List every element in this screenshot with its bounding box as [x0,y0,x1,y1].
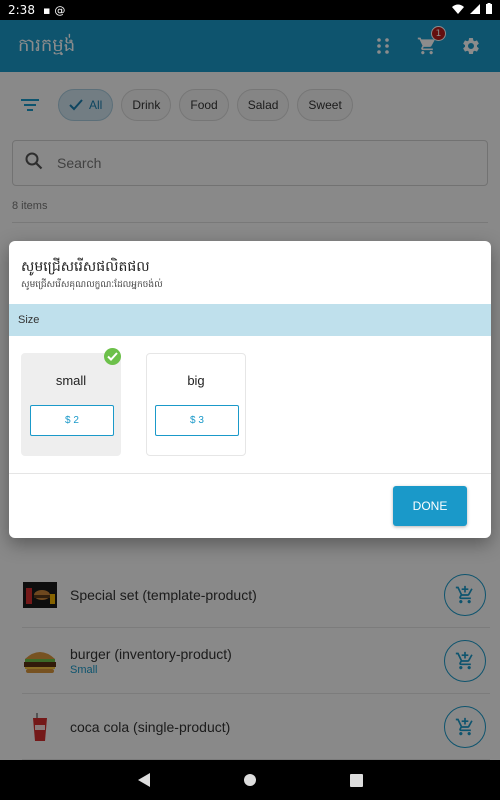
notification-icon: ▪ [42,3,51,17]
at-sign-icon: @ [54,3,66,17]
wifi-icon [452,3,464,17]
section-label: Size [18,314,40,326]
home-icon[interactable] [242,772,258,788]
dialog-divider [9,473,491,474]
system-nav-bar [0,760,500,800]
section-header-size: Size [9,304,491,336]
recents-icon[interactable] [348,772,364,788]
signal-icon [470,3,480,17]
dialog-subtitle: សូមជ្រើសរើសគុណលក្ខណៈដែលអ្នកចង់ល់ [21,280,163,290]
option-card-small[interactable]: small $ 2 [21,348,121,456]
variant-dialog: សូមជ្រើសរើសផលិតផល សូមជ្រើសរើសគុណលក្ខណៈដែ… [9,241,491,538]
dialog-title: សូមជ្រើសរើសផលិតផល [21,259,150,275]
option-card-big[interactable]: big $ 3 [146,353,246,456]
option-price: $ 2 [30,405,114,436]
status-bar: 2:38 ▪ @ [0,0,500,20]
option-price: $ 3 [155,405,239,436]
option-name: small [55,373,87,388]
status-time: 2:38 [8,3,35,17]
back-icon[interactable] [136,772,152,788]
selected-check-icon [104,348,121,365]
battery-icon [486,3,492,17]
done-button[interactable]: DONE [393,486,467,526]
option-name: big [187,373,205,388]
